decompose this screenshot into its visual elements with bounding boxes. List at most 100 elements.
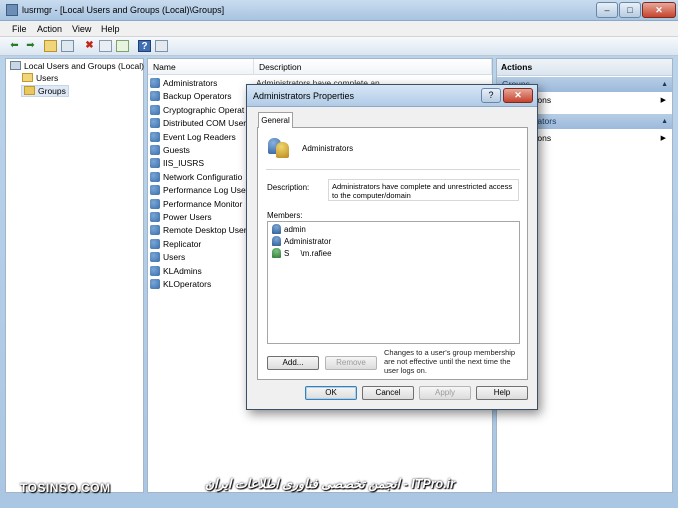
member-item-admin[interactable]: admin bbox=[272, 224, 306, 236]
member-name: S \m.rafiee bbox=[284, 249, 332, 258]
list-item[interactable]: Remote Desktop Users bbox=[150, 224, 251, 237]
back-arrow-icon[interactable]: ⬅ bbox=[8, 40, 21, 52]
column-header-description[interactable]: Description bbox=[254, 59, 492, 75]
list-item[interactable]: IIS_IUSRS bbox=[150, 157, 204, 170]
membership-note: Changes to a user's group membership are… bbox=[384, 348, 516, 375]
delete-icon[interactable]: ✖ bbox=[83, 40, 96, 52]
title-bar[interactable]: lusrmgr - [Local Users and Groups (Local… bbox=[0, 0, 678, 21]
member-item-administrator[interactable]: Administrator bbox=[272, 236, 331, 248]
column-header-name[interactable]: Name bbox=[148, 59, 254, 75]
properties-icon[interactable] bbox=[99, 40, 112, 52]
group-name: Users bbox=[163, 252, 186, 263]
submenu-arrow-icon: ▶ bbox=[660, 97, 666, 104]
list-item[interactable]: Administrators Administrators have comple… bbox=[150, 77, 387, 90]
group-name: Replicator bbox=[163, 238, 202, 249]
submenu-arrow-icon: ▶ bbox=[660, 135, 666, 142]
remove-button[interactable]: Remove bbox=[325, 356, 377, 370]
watermark-left: TOSINSO.COM bbox=[20, 481, 111, 495]
dialog-title-bar[interactable]: Administrators Properties ? ✕ bbox=[247, 85, 537, 107]
cancel-button[interactable]: Cancel bbox=[362, 386, 414, 400]
group-icon bbox=[150, 198, 160, 209]
description-label: Description: bbox=[267, 183, 310, 192]
group-icon bbox=[150, 212, 160, 222]
tree-root-label: Local Users and Groups (Local) bbox=[24, 61, 145, 71]
forward-arrow-icon[interactable]: ➡ bbox=[24, 40, 37, 52]
group-icon bbox=[150, 78, 160, 88]
dialog-help-button[interactable]: ? bbox=[481, 88, 501, 103]
list-item[interactable]: KLAdmins bbox=[150, 265, 202, 278]
group-name: Guests bbox=[163, 145, 190, 155]
add-button[interactable]: Add... bbox=[267, 356, 319, 370]
member-name: admin bbox=[284, 225, 306, 234]
tree-item-label: Users bbox=[36, 73, 59, 83]
group-icon bbox=[150, 104, 160, 115]
group-name: Power Users bbox=[163, 212, 212, 222]
actions-header: Actions bbox=[497, 59, 672, 76]
help-button[interactable]: Help bbox=[476, 386, 528, 400]
list-item[interactable]: Users bbox=[150, 251, 185, 264]
menu-action[interactable]: Action bbox=[37, 24, 62, 34]
list-item[interactable]: Replicator bbox=[150, 238, 201, 251]
user-icon bbox=[272, 236, 281, 246]
menu-view[interactable]: View bbox=[72, 24, 91, 34]
group-name: Event Log Readers bbox=[163, 131, 236, 142]
list-item[interactable]: Guests bbox=[150, 144, 190, 157]
help-icon[interactable]: ? bbox=[138, 40, 151, 52]
group-name: Performance Log User bbox=[163, 185, 249, 196]
group-icon bbox=[150, 185, 160, 196]
minimize-button[interactable]: – bbox=[596, 2, 618, 18]
group-name: Administrators bbox=[302, 144, 354, 153]
list-item[interactable]: Network Configuratio bbox=[150, 171, 242, 184]
collapse-icon[interactable]: ▲ bbox=[661, 114, 668, 129]
close-button[interactable]: ✕ bbox=[642, 2, 676, 18]
group-name: KLAdmins bbox=[163, 265, 202, 276]
tree-item-users[interactable]: Users bbox=[22, 73, 58, 83]
maximize-button[interactable]: □ bbox=[619, 2, 641, 18]
members-list[interactable]: admin Administrator S \m.rafiee bbox=[267, 221, 520, 344]
folder-icon bbox=[22, 73, 33, 82]
tab-general[interactable]: General bbox=[258, 112, 293, 128]
list-item[interactable]: Backup Operators bbox=[150, 90, 232, 103]
group-name: Performance Monitor bbox=[163, 198, 243, 209]
list-item[interactable]: Event Log Readers bbox=[150, 131, 236, 144]
group-name: Distributed COM User bbox=[163, 118, 247, 129]
apply-button[interactable]: Apply bbox=[419, 386, 471, 400]
show-hide-tree-icon[interactable] bbox=[61, 40, 74, 52]
dialog-title: Administrators Properties bbox=[253, 91, 355, 101]
tree-item-groups[interactable]: Groups bbox=[21, 85, 69, 97]
collapse-icon[interactable]: ▲ bbox=[661, 77, 668, 92]
toolbar: ⬅ ➡ ✖ ? bbox=[0, 37, 678, 56]
group-icon bbox=[150, 252, 160, 263]
group-icon bbox=[150, 158, 160, 169]
ok-button[interactable]: OK bbox=[305, 386, 357, 400]
general-tab-panel: Administrators Description: Administrato… bbox=[257, 127, 528, 380]
member-item-domain-user[interactable]: S \m.rafiee bbox=[272, 248, 332, 260]
group-name: Cryptographic Operat bbox=[163, 104, 245, 115]
menu-file[interactable]: File bbox=[12, 24, 27, 34]
list-item[interactable]: Power Users bbox=[150, 211, 212, 224]
divider bbox=[266, 169, 520, 170]
list-item[interactable]: Distributed COM User bbox=[150, 117, 246, 130]
computer-icon bbox=[10, 61, 21, 70]
app-icon bbox=[6, 4, 18, 16]
group-icon bbox=[150, 91, 160, 102]
menu-bar: File Action View Help bbox=[0, 21, 678, 37]
list-item[interactable]: Cryptographic Operat bbox=[150, 104, 244, 117]
menu-help[interactable]: Help bbox=[101, 24, 120, 34]
list-item[interactable]: Performance Monitor bbox=[150, 198, 242, 211]
group-name: Network Configuratio bbox=[163, 171, 243, 182]
description-field[interactable]: Administrators have complete and unrestr… bbox=[328, 179, 519, 201]
show-hide-action-pane-icon[interactable] bbox=[155, 40, 168, 52]
list-item[interactable]: Performance Log User bbox=[150, 184, 249, 197]
dialog-close-button[interactable]: ✕ bbox=[503, 88, 533, 103]
list-item[interactable]: KLOperators bbox=[150, 278, 211, 291]
group-icon bbox=[150, 118, 160, 129]
up-folder-icon[interactable] bbox=[44, 40, 57, 52]
user-icon bbox=[272, 224, 281, 234]
group-icon bbox=[150, 265, 160, 276]
tree-item-label: Groups bbox=[38, 86, 66, 96]
export-list-icon[interactable] bbox=[116, 40, 129, 52]
tree-root[interactable]: Local Users and Groups (Local) bbox=[10, 61, 144, 71]
folder-open-icon bbox=[24, 86, 35, 95]
group-name: Administrators bbox=[163, 78, 218, 88]
